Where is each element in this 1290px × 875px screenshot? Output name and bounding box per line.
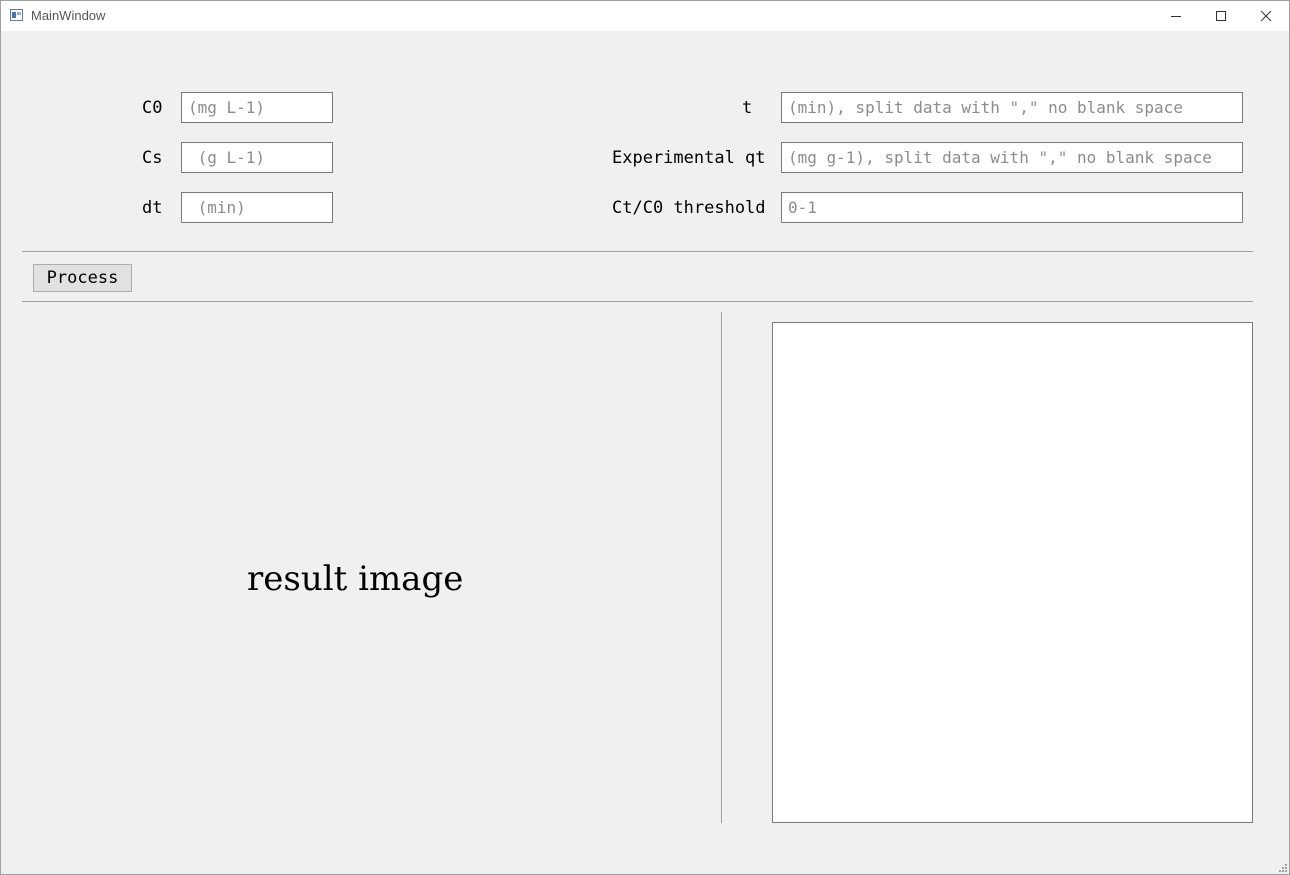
maximize-button[interactable] <box>1198 1 1244 31</box>
size-grip-icon[interactable] <box>1277 862 1288 873</box>
t-label: t <box>742 98 753 118</box>
result-image-label: result image <box>247 559 464 599</box>
threshold-label: Ct/C0 threshold <box>612 198 766 218</box>
maximize-icon <box>1216 11 1226 21</box>
process-button[interactable]: Process <box>33 264 132 292</box>
experimental-qt-input[interactable] <box>781 142 1243 173</box>
minimize-button[interactable] <box>1153 1 1199 31</box>
experimental-qt-label: Experimental qt <box>612 148 766 168</box>
app-window-icon <box>10 9 23 21</box>
c0-label: C0 <box>142 98 163 118</box>
c0-input[interactable] <box>181 92 333 123</box>
title-bar[interactable]: MainWindow <box>1 1 1289 31</box>
output-panel <box>772 322 1253 823</box>
top-separator <box>22 251 1253 252</box>
dt-input[interactable] <box>181 192 333 223</box>
dt-label: dt <box>142 198 163 218</box>
minimize-icon <box>1171 16 1181 17</box>
cs-label: Cs <box>142 148 163 168</box>
main-window: MainWindow C0 Cs dt t Experimental qt Ct… <box>0 0 1290 875</box>
threshold-input[interactable] <box>781 192 1243 223</box>
window-title: MainWindow <box>31 8 106 23</box>
close-icon <box>1260 10 1272 22</box>
cs-input[interactable] <box>181 142 333 173</box>
t-input[interactable] <box>781 92 1243 123</box>
panel-divider <box>721 312 722 823</box>
close-button[interactable] <box>1243 1 1289 31</box>
bottom-separator <box>22 301 1253 302</box>
